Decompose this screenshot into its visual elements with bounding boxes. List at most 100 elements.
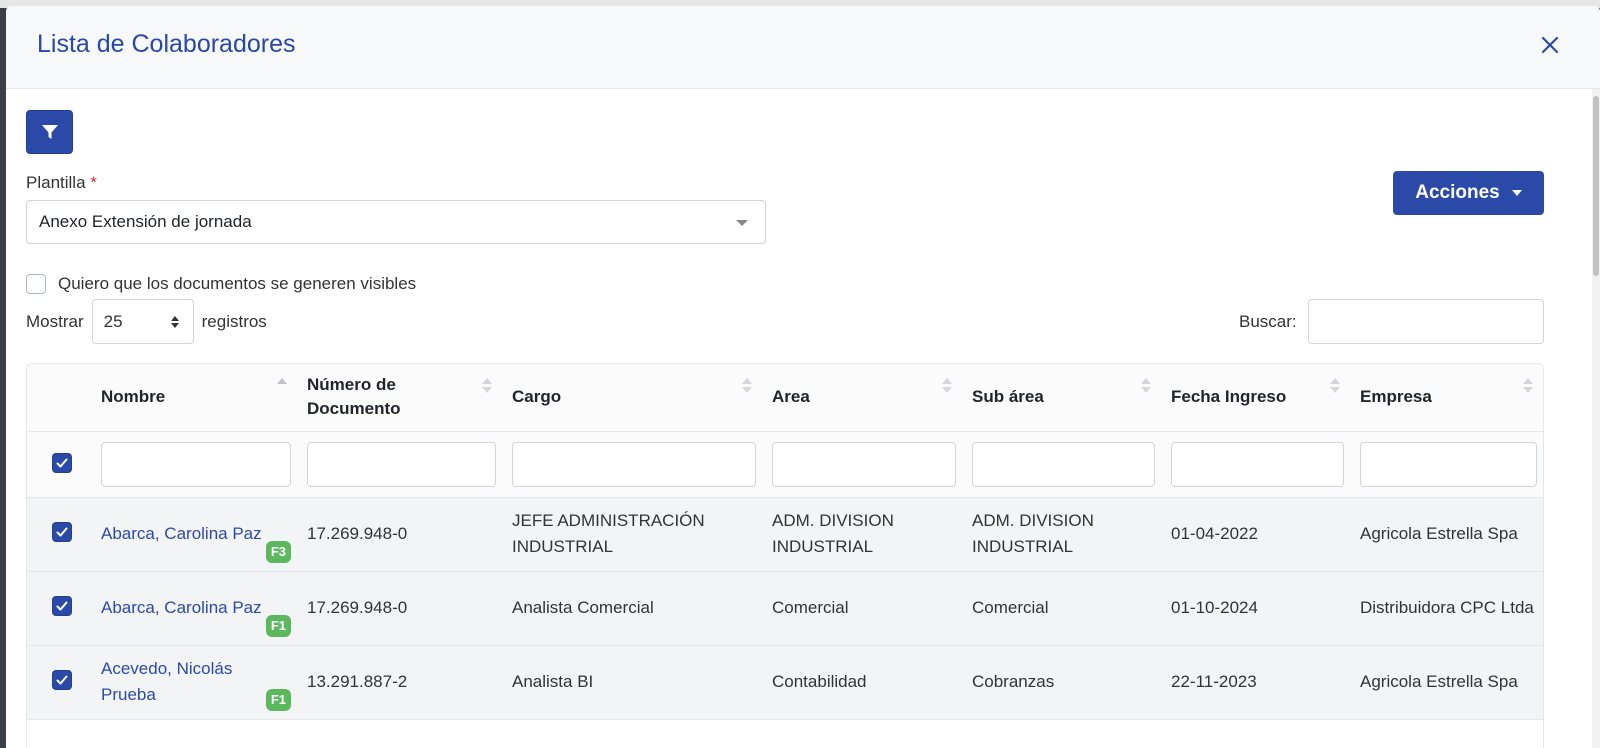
- header-label: Empresa: [1360, 387, 1432, 407]
- filter-input-empresa[interactable]: [1360, 441, 1537, 487]
- visible-docs-checkbox[interactable]: [26, 274, 46, 294]
- filter-button[interactable]: [26, 110, 73, 154]
- filter-input-documento[interactable]: [307, 441, 496, 487]
- header-fecha[interactable]: Fecha Ingreso: [1163, 364, 1352, 432]
- caret-down-icon: [1511, 190, 1522, 196]
- cell-empresa: Distribuidora CPC Ltda: [1352, 571, 1543, 646]
- table-row[interactable]: Abarca, Carolina Paz F1 17.269.948-0 Ana…: [27, 571, 1543, 646]
- filter-input-cargo[interactable]: [512, 441, 756, 487]
- cell-cargo: JEFE ADMINISTRACIÓN INDUSTRIAL: [504, 497, 764, 572]
- cell-cargo: Analista Comercial: [504, 571, 764, 646]
- header-select-column: [27, 364, 93, 432]
- check-icon: [56, 458, 68, 468]
- filter-input-nombre[interactable]: [101, 441, 291, 487]
- filter-cell-subarea: [964, 431, 1163, 498]
- table-row[interactable]: Abarca, Carolina Paz F3 17.269.948-0 JEF…: [27, 497, 1543, 572]
- header-label: Area: [772, 387, 810, 407]
- table-row[interactable]: Acevedo, Nicolás Prueba F1 13.291.887-2 …: [27, 645, 1543, 720]
- header-nombre[interactable]: Nombre: [93, 364, 299, 432]
- row-select-cell: [27, 571, 93, 646]
- sort-icon: [942, 378, 952, 393]
- acciones-dropdown-button[interactable]: Acciones: [1393, 171, 1544, 215]
- mostrar-label: Mostrar: [26, 311, 84, 331]
- cell-nombre: Abarca, Carolina Paz F3: [93, 497, 299, 572]
- plantilla-selected-value: Anexo Extensión de jornada: [39, 212, 252, 231]
- filter-cell-fecha: [1163, 431, 1352, 498]
- cell-cargo: Analista BI: [504, 645, 764, 720]
- buscar-label: Buscar:: [1239, 312, 1297, 331]
- filter-input-area[interactable]: [772, 441, 956, 487]
- header-label: Nombre: [101, 387, 166, 407]
- page-length-control: Mostrar 25 registros: [26, 299, 267, 344]
- check-icon: [56, 601, 68, 611]
- visible-docs-label: Quiero que los documentos se generen vis…: [58, 274, 417, 293]
- cell-empresa: Agricola Estrella Spa: [1352, 645, 1543, 720]
- header-documento[interactable]: Número de Documento: [299, 364, 504, 432]
- check-icon: [56, 675, 68, 685]
- column-filter-row: [27, 431, 1543, 498]
- updown-arrows-icon: [170, 315, 179, 328]
- plantilla-select[interactable]: Anexo Extensión de jornada: [26, 200, 766, 244]
- header-label: Cargo: [512, 387, 562, 407]
- filter-input-fecha[interactable]: [1171, 441, 1344, 487]
- filter-input-subarea[interactable]: [972, 441, 1155, 487]
- colaborador-name-link[interactable]: Abarca, Carolina Paz: [101, 521, 291, 547]
- row-checkbox[interactable]: [52, 522, 72, 542]
- close-button[interactable]: [1538, 33, 1562, 57]
- chevron-down-icon: [736, 220, 748, 226]
- filter-cell-documento: [299, 431, 504, 498]
- cell-nombre: Abarca, Carolina Paz F1: [93, 571, 299, 646]
- select-all-cell: [27, 431, 93, 498]
- cell-fecha: 01-10-2024: [1163, 571, 1352, 646]
- header-cargo[interactable]: Cargo: [504, 364, 764, 432]
- cell-area: ADM. DIVISION INDUSTRIAL: [764, 497, 964, 572]
- sort-asc-icon: [277, 378, 287, 384]
- form-badge: F1: [265, 688, 291, 711]
- colaborador-name-link[interactable]: Acevedo, Nicolás Prueba: [101, 656, 291, 708]
- cell-nombre: Acevedo, Nicolás Prueba F1: [93, 645, 299, 720]
- row-checkbox[interactable]: [52, 670, 72, 690]
- header-subarea[interactable]: Sub área: [964, 364, 1163, 432]
- filter-cell-empresa: [1352, 431, 1543, 498]
- filter-cell-area: [764, 431, 964, 498]
- form-badge: F1: [265, 614, 291, 637]
- plantilla-label: Plantilla *: [26, 173, 97, 193]
- modal-scrollbar-thumb[interactable]: [1593, 96, 1599, 276]
- form-badge: F3: [265, 540, 291, 563]
- search-input[interactable]: [1308, 299, 1544, 344]
- header-label: Fecha Ingreso: [1171, 387, 1287, 407]
- select-all-checkbox[interactable]: [52, 453, 72, 473]
- cell-documento: 13.291.887-2: [299, 645, 504, 720]
- colaboradores-modal: Lista de Colaboradores Plantilla * Anexo…: [6, 6, 1600, 748]
- sort-icon: [1141, 378, 1151, 393]
- sort-icon: [1330, 378, 1340, 393]
- row-select-cell: [27, 645, 93, 720]
- acciones-label: Acciones: [1415, 182, 1500, 203]
- plantilla-label-text: Plantilla: [26, 173, 86, 192]
- sort-icon: [1523, 378, 1533, 393]
- row-select-cell: [27, 497, 93, 572]
- visible-docs-option[interactable]: Quiero que los documentos se generen vis…: [26, 274, 416, 294]
- row-checkbox[interactable]: [52, 596, 72, 616]
- check-icon: [56, 527, 68, 537]
- sort-icon: [742, 378, 752, 393]
- header-empresa[interactable]: Empresa: [1352, 364, 1543, 432]
- cell-empresa: Agricola Estrella Spa: [1352, 497, 1543, 572]
- cell-subarea: Comercial: [964, 571, 1163, 646]
- cell-subarea: ADM. DIVISION INDUSTRIAL: [964, 497, 1163, 572]
- page-size-select[interactable]: 25: [91, 299, 194, 344]
- cell-subarea: Cobranzas: [964, 645, 1163, 720]
- filter-cell-cargo: [504, 431, 764, 498]
- cell-fecha: 01-04-2022: [1163, 497, 1352, 572]
- cell-fecha: 22-11-2023: [1163, 645, 1352, 720]
- modal-title: Lista de Colaboradores: [37, 30, 296, 58]
- cell-area: Contabilidad: [764, 645, 964, 720]
- header-label: Número de Documento: [307, 375, 401, 419]
- filter-cell-nombre: [93, 431, 299, 498]
- cell-documento: 17.269.948-0: [299, 497, 504, 572]
- colaborador-name-link[interactable]: Abarca, Carolina Paz: [101, 595, 291, 621]
- filter-icon: [41, 125, 58, 139]
- header-area[interactable]: Area: [764, 364, 964, 432]
- registros-label: registros: [201, 311, 267, 331]
- modal-header: Lista de Colaboradores: [6, 6, 1600, 89]
